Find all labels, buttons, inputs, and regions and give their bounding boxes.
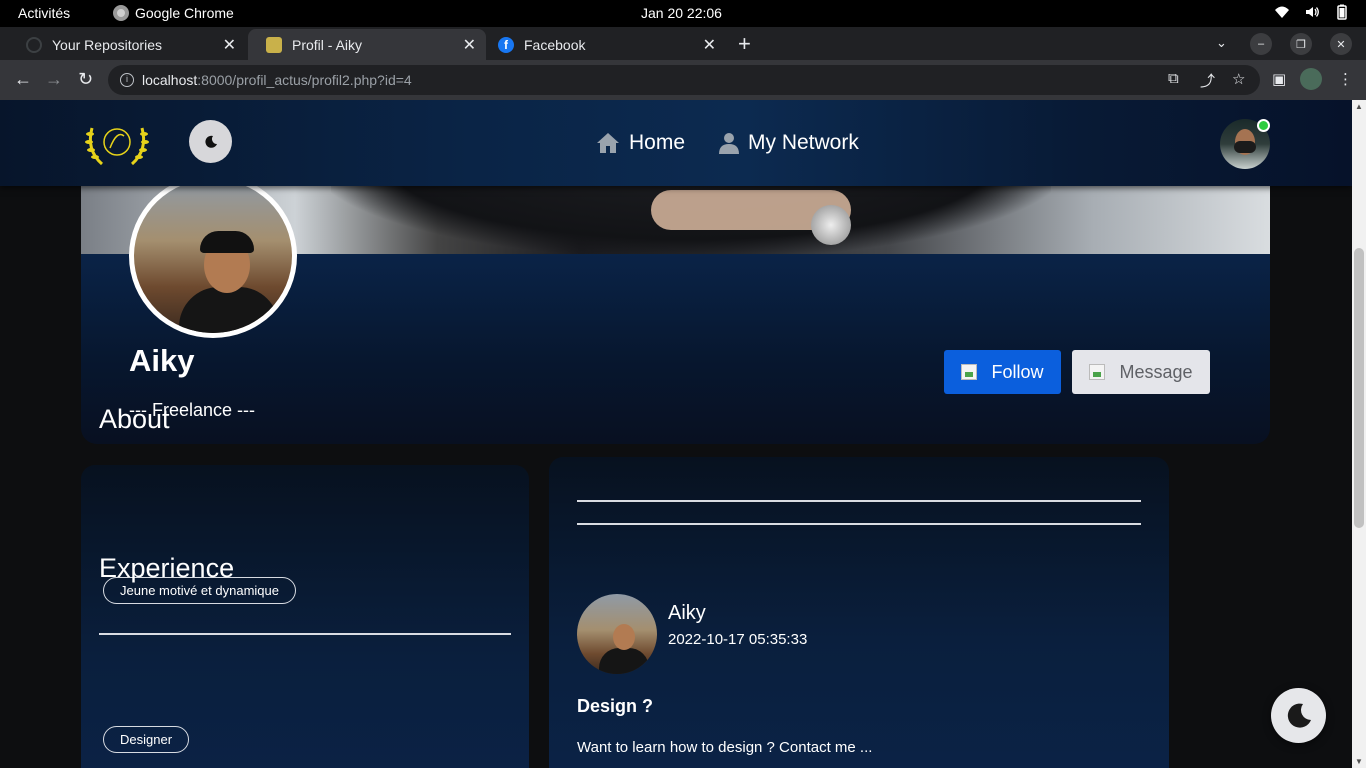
scroll-up-arrow-icon[interactable]: ▲ <box>1355 102 1363 111</box>
experience-title: Experience <box>99 553 235 583</box>
maximize-button[interactable]: ❐ <box>1290 33 1312 55</box>
experience-tag: Designer <box>103 726 190 753</box>
post-body: Want to learn how to design ? Contact me… <box>577 739 873 756</box>
tab-facebook[interactable]: f Facebook ✕ <box>488 29 726 60</box>
clock[interactable]: Jan 20 22:06 <box>641 5 722 21</box>
translate-icon[interactable]: ⧉ <box>1168 70 1179 87</box>
minimize-button[interactable]: – <box>1250 33 1272 55</box>
tab-title: Your Repositories <box>52 36 162 53</box>
page-viewport: Aiky --- Freelance --- Follow Message Ab… <box>0 100 1352 768</box>
post-date: 2022-10-17 05:35:33 <box>668 631 808 648</box>
bookmark-star-icon[interactable]: ☆ <box>1232 70 1245 88</box>
post-author-name[interactable]: Aiky <box>668 602 706 625</box>
volume-icon <box>1306 7 1319 17</box>
reload-icon[interactable]: ↻ <box>78 69 93 90</box>
post-title: Design ? <box>577 696 654 716</box>
scrollbar-thumb[interactable] <box>1354 248 1364 528</box>
post-author-avatar[interactable] <box>577 594 657 674</box>
follow-icon <box>961 364 978 380</box>
system-tray[interactable] <box>1274 4 1350 20</box>
forward-arrow-icon[interactable]: → <box>45 69 63 90</box>
laurel-logo-icon <box>266 36 282 53</box>
online-status-dot <box>1257 119 1270 132</box>
site-info-icon[interactable]: i <box>120 73 134 87</box>
scroll-down-arrow-icon[interactable]: ▼ <box>1355 757 1363 766</box>
tab-title: Profil - Aiky <box>292 36 363 53</box>
page-scrollbar[interactable]: ▲ ▼ <box>1352 100 1366 768</box>
about-card <box>81 465 529 768</box>
divider <box>577 500 1141 502</box>
window-controls: – ❐ ✕ <box>1250 33 1352 55</box>
floating-theme-button[interactable] <box>1271 688 1326 743</box>
tab-profil[interactable]: Profil - Aiky ✕ <box>248 29 486 60</box>
follow-button[interactable]: Follow <box>944 350 1061 394</box>
close-window-button[interactable]: ✕ <box>1330 33 1352 55</box>
message-label: Message <box>1119 361 1193 382</box>
tab-title: Facebook <box>524 36 586 53</box>
home-icon <box>597 133 619 153</box>
nav-home-label: Home <box>629 131 686 154</box>
theme-toggle-button[interactable] <box>189 120 232 163</box>
wifi-icon <box>1275 6 1289 18</box>
share-icon[interactable]: ⤴ <box>1200 70 1215 91</box>
close-icon[interactable]: ✕ <box>463 35 476 55</box>
user-icon <box>719 133 739 154</box>
url-host: localhost <box>142 72 198 88</box>
close-icon[interactable]: ✕ <box>223 35 236 55</box>
moon-icon <box>1287 703 1311 728</box>
close-icon[interactable]: ✕ <box>703 35 716 55</box>
about-title: About <box>99 404 170 434</box>
divider <box>577 523 1141 525</box>
moon-icon <box>204 135 217 148</box>
tab-strip: Your Repositories ✕ Profil - Aiky ✕ f Fa… <box>0 27 1366 60</box>
system-top-bar: Activités Google Chrome Jan 20 22:06 <box>0 0 1366 27</box>
divider <box>99 633 511 635</box>
tab-search-chevron-icon[interactable]: ⌄ <box>1216 35 1227 51</box>
browser-toolbar: ← → ↻ i localhost:8000/profil_actus/prof… <box>0 60 1366 100</box>
url-path: :8000/profil_actus/profil2.php?id=4 <box>197 72 412 88</box>
follow-label: Follow <box>991 361 1044 382</box>
nav-network-label: My Network <box>748 131 859 154</box>
activities-button[interactable]: Activités <box>18 5 70 21</box>
profile-name: Aiky <box>129 343 195 378</box>
message-button[interactable]: Message <box>1072 350 1210 394</box>
message-icon <box>1089 364 1106 380</box>
nav-home-link[interactable]: Home <box>596 131 685 155</box>
tab-repositories[interactable]: Your Repositories ✕ <box>8 29 246 60</box>
profile-avatar <box>129 174 297 338</box>
site-header: Home My Network <box>0 100 1352 186</box>
app-menu[interactable]: Google Chrome <box>113 5 234 21</box>
laurel-logo-icon[interactable] <box>82 120 152 168</box>
side-panel-icon[interactable]: ▣ <box>1272 70 1286 88</box>
battery-icon <box>1337 4 1347 20</box>
back-arrow-icon[interactable]: ← <box>14 69 32 90</box>
facebook-icon: f <box>498 36 514 53</box>
nav-network-link[interactable]: My Network <box>718 131 859 155</box>
chrome-menu-icon[interactable]: ⋮ <box>1338 70 1353 88</box>
app-name: Google Chrome <box>135 5 234 21</box>
new-tab-button[interactable]: + <box>738 31 751 57</box>
chrome-icon <box>113 5 129 21</box>
chrome-profile-avatar[interactable] <box>1300 68 1322 90</box>
address-bar[interactable]: i localhost:8000/profil_actus/profil2.ph… <box>108 65 1260 95</box>
github-icon <box>26 36 42 53</box>
